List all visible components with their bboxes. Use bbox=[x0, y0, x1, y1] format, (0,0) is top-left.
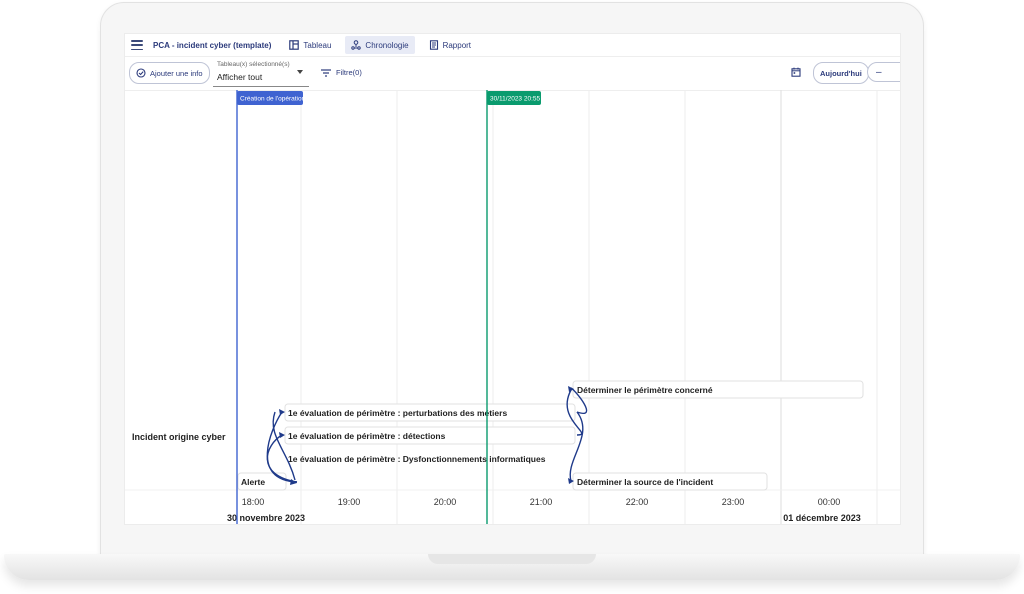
hour-label: 18:00 bbox=[242, 497, 265, 507]
laptop-notch bbox=[428, 554, 596, 564]
hour-label: 21:00 bbox=[530, 497, 553, 507]
hour-label: 22:00 bbox=[626, 497, 649, 507]
event-label: 1e évaluation de périmètre : Dysfonction… bbox=[288, 454, 546, 464]
date-label: 30 novembre 2023 bbox=[227, 513, 305, 523]
event-item[interactable]: Déterminer le périmètre concerné bbox=[572, 380, 864, 399]
event-item[interactable]: Déterminer la source de l'incident bbox=[572, 472, 768, 491]
dependency-arrow bbox=[569, 411, 584, 482]
event-label: Déterminer la source de l'incident bbox=[577, 477, 713, 487]
arrow-head bbox=[279, 409, 285, 415]
toolbar: Ajouter une info Tableau(x) sélectionné(… bbox=[125, 56, 900, 91]
timeline-icon bbox=[351, 40, 362, 50]
add-event-icon bbox=[136, 68, 146, 78]
tab-label: Rapport bbox=[442, 40, 472, 50]
date-label: 01 décembre 2023 bbox=[783, 513, 861, 523]
add-info-label: Ajouter une info bbox=[150, 68, 203, 78]
tab-tableau[interactable]: Tableau bbox=[283, 36, 337, 54]
board-select-label: Tableau(x) sélectionné(s) bbox=[217, 61, 290, 68]
filter-label: Filtre(0) bbox=[336, 68, 362, 77]
app-title: PCA - incident cyber (template) bbox=[153, 40, 272, 50]
board-select-value: Afficher tout bbox=[217, 72, 263, 82]
minus-icon: – bbox=[876, 66, 882, 78]
board-select[interactable]: Tableau(x) sélectionné(s) Afficher tout bbox=[213, 58, 309, 87]
tab-rapport[interactable]: Rapport bbox=[423, 36, 477, 54]
app-screen: PCA - incident cyber (template) Tableau … bbox=[124, 33, 901, 525]
event-item[interactable]: 1e évaluation de périmètre : Dysfonction… bbox=[288, 454, 546, 464]
caret-down-icon bbox=[297, 70, 303, 74]
top-bar: PCA - incident cyber (template) Tableau … bbox=[125, 34, 900, 57]
event-label: 1e évaluation de périmètre : détections bbox=[288, 431, 446, 441]
row-label: Incident origine cyber bbox=[132, 432, 226, 442]
filter-button[interactable]: Filtre(0) bbox=[321, 68, 362, 77]
today-label: Aujourd'hui bbox=[820, 68, 862, 78]
hour-label: 19:00 bbox=[338, 497, 361, 507]
operation-marker[interactable]: Création de l'opération bbox=[237, 91, 306, 105]
event-label: 1e évaluation de périmètre : perturbatio… bbox=[288, 408, 507, 418]
hour-label: 23:00 bbox=[722, 497, 745, 507]
menu-icon[interactable] bbox=[131, 40, 143, 50]
calendar-icon[interactable] bbox=[791, 67, 801, 77]
operation-marker-label: Création de l'opération bbox=[240, 96, 306, 103]
add-info-button[interactable]: Ajouter une info bbox=[129, 62, 210, 84]
arrow-head bbox=[279, 432, 285, 438]
event-item[interactable]: 1e évaluation de périmètre : perturbatio… bbox=[284, 403, 576, 422]
table-icon bbox=[289, 40, 300, 50]
report-icon bbox=[429, 40, 438, 50]
timeline-chart[interactable]: 18:00 19:00 20:00 21:00 22:00 23:00 00:0… bbox=[125, 90, 900, 524]
hour-label: 20:00 bbox=[434, 497, 457, 507]
tab-label: Tableau bbox=[303, 40, 332, 50]
current-time-label: 30/11/2023 20:55 bbox=[490, 96, 541, 103]
hour-label: 00:00 bbox=[818, 497, 841, 507]
tab-label: Chronologie bbox=[365, 40, 409, 50]
event-item[interactable]: 1e évaluation de périmètre : détections bbox=[284, 426, 576, 445]
event-label: Déterminer le périmètre concerné bbox=[577, 385, 713, 395]
current-time-marker[interactable]: 30/11/2023 20:55 bbox=[487, 91, 541, 105]
event-label: Alerte bbox=[241, 477, 265, 487]
tab-chronologie[interactable]: Chronologie bbox=[345, 36, 415, 54]
filter-icon bbox=[321, 68, 331, 77]
zoom-out-button[interactable]: – bbox=[867, 62, 900, 82]
today-button[interactable]: Aujourd'hui bbox=[813, 62, 869, 84]
